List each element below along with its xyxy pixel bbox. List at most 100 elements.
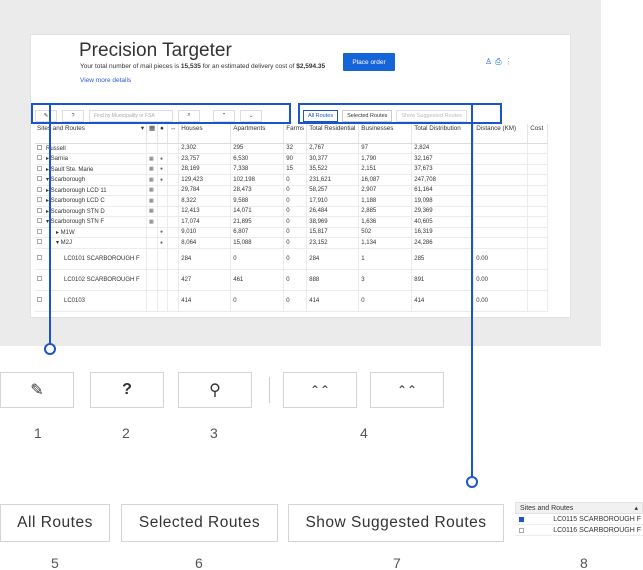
view-more-link[interactable]: View more details — [80, 77, 131, 84]
grid-icon[interactable]: ▦ — [149, 156, 154, 162]
selected-routes-button[interactable]: Selected Routes — [342, 110, 393, 122]
route-name-cell: ▾ Scarborough STN F — [35, 216, 147, 228]
row-checkbox[interactable] — [37, 144, 42, 150]
col-total-residential[interactable]: Total Residential — [306, 124, 360, 144]
col-businesses[interactable]: Businesses — [358, 124, 413, 144]
show-suggested-routes-button[interactable]: Show Suggested Routes — [396, 110, 467, 122]
distance-cell: 0.00 — [473, 290, 529, 312]
empty-cell — [167, 237, 180, 249]
row-checkbox[interactable] — [37, 207, 42, 213]
col-cost[interactable]: Cost — [527, 124, 549, 144]
municipality-search-input[interactable]: Find by Municipality or FSA — [89, 109, 173, 122]
zoom-collapse-all-button[interactable]: ⌃⌃ — [370, 372, 444, 408]
cart-icon[interactable]: ⎙ — [495, 57, 504, 66]
map-pin-icon[interactable]: ● — [160, 177, 163, 183]
empty-cell — [167, 216, 180, 228]
route-name: ▸ Scarborough STN D — [46, 208, 105, 215]
distance-cell — [473, 174, 529, 186]
grid-icon-cell — [146, 227, 158, 238]
table-toolbar: ✎ ? Find by Municipality or FSA ⌕ ⌃ ⌄ — [35, 108, 262, 123]
houses-cell: 28,169 — [178, 164, 232, 175]
row-checkbox[interactable] — [519, 527, 524, 533]
col-grid: ▦ — [146, 124, 158, 144]
route-name: ▾ Scarborough — [46, 177, 86, 184]
businesses-cell: 1,790 — [358, 153, 413, 165]
apartments-cell: 102,198 — [230, 174, 285, 186]
zoom-search-button[interactable]: ⚲ — [178, 372, 252, 408]
zoom-edit-button[interactable]: ✎ — [0, 372, 74, 408]
houses-cell: 284 — [178, 248, 232, 270]
zoom-selected-routes-button[interactable]: Selected Routes — [121, 504, 278, 542]
houses-cell: 9,010 — [178, 227, 232, 238]
pin-icon-cell — [157, 216, 168, 228]
row-checkbox[interactable] — [37, 228, 42, 234]
empty-cell — [527, 227, 549, 238]
route-name: ▾ Scarborough STN F — [46, 219, 105, 226]
connector-dot-right — [466, 476, 478, 488]
apartments-cell: 0 — [230, 290, 285, 312]
col-houses[interactable]: Houses — [178, 124, 232, 144]
row-checkbox[interactable] — [37, 275, 42, 281]
total-distribution-cell: 19,098 — [411, 195, 475, 207]
mini-table-row[interactable]: LC0115 SCARBOROUGH F — [515, 514, 643, 525]
row-checkbox[interactable] — [37, 186, 42, 192]
col-farms[interactable]: Farms — [283, 124, 308, 144]
expand-all-button[interactable]: ⌃ — [213, 109, 235, 122]
distance-cell — [473, 206, 529, 217]
farms-cell: 15 — [283, 164, 308, 175]
map-pin-icon[interactable]: ● — [160, 156, 163, 162]
all-routes-button[interactable]: All Routes — [303, 110, 339, 122]
map-pin-icon[interactable]: ● — [160, 240, 163, 246]
row-checkbox[interactable] — [37, 155, 42, 161]
collapse-all-button[interactable]: ⌄ — [240, 109, 262, 122]
header-icons[interactable]: ♙⎙⋮ — [485, 57, 516, 67]
kebab-menu-icon[interactable]: ⋮ — [505, 57, 516, 66]
row-checkbox[interactable] — [37, 296, 42, 302]
mini-table-row[interactable]: LC0116 SCARBOROUGH F — [515, 525, 643, 536]
place-order-button[interactable]: Place order — [343, 53, 395, 71]
map-pin-icon[interactable]: ● — [160, 229, 163, 235]
edit-button[interactable]: ✎ — [35, 109, 57, 122]
empty-cell — [527, 174, 549, 186]
row-checkbox[interactable] — [37, 218, 42, 224]
row-checkbox[interactable] — [37, 197, 42, 203]
mini-table-header[interactable]: Sites and Routes ▴ — [515, 502, 643, 514]
col-distance[interactable]: Distance (KM) — [473, 124, 529, 144]
pin-icon-cell — [157, 143, 168, 154]
empty-cell — [167, 290, 180, 312]
zoom-help-button[interactable]: ? — [90, 372, 164, 408]
col-apartments[interactable]: Apartments — [230, 124, 285, 144]
account-icon[interactable]: ♙ — [485, 57, 495, 66]
row-checkbox[interactable] — [37, 176, 42, 182]
grid-icon[interactable]: ▦ — [149, 177, 154, 183]
pin-icon-cell — [157, 185, 168, 196]
help-button[interactable]: ? — [62, 109, 84, 122]
col-total-distribution[interactable]: Total Distribution — [411, 124, 475, 144]
total-residential-cell: 30,377 — [306, 153, 360, 165]
distance-cell: 0.00 — [473, 248, 529, 270]
route-name-cell: LC0103 — [35, 290, 147, 312]
grid-icon[interactable]: ▦ — [149, 166, 154, 172]
col-sites-and-routes[interactable]: Sites and Routes ▾ — [35, 124, 147, 144]
callout-number-3: 3 — [210, 425, 218, 441]
grid-icon[interactable]: ▦ — [149, 208, 154, 214]
grid-icon[interactable]: ▦ — [149, 219, 154, 225]
grid-icon[interactable]: ▦ — [149, 198, 154, 204]
callout-number-4: 4 — [360, 425, 368, 441]
zoom-show-suggested-routes-button[interactable]: Show Suggested Routes — [288, 504, 504, 542]
grid-icon-cell — [146, 269, 158, 291]
row-checkbox[interactable] — [37, 239, 42, 245]
map-pin-icon[interactable]: ● — [160, 166, 163, 172]
connector-line-right — [471, 103, 473, 477]
zoom-all-routes-button[interactable]: All Routes — [0, 504, 110, 542]
total-distribution-cell: 32,167 — [411, 153, 475, 165]
farms-cell: 0 — [283, 174, 308, 186]
total-residential-cell: 35,522 — [306, 164, 360, 175]
row-checkbox-checked[interactable] — [519, 516, 524, 522]
row-checkbox[interactable] — [37, 254, 42, 260]
pin-icon-cell: ● — [157, 153, 168, 165]
row-checkbox[interactable] — [37, 165, 42, 171]
search-button[interactable]: ⌕ — [178, 109, 200, 122]
zoom-expand-all-button[interactable]: ⌃⌃ — [283, 372, 357, 408]
grid-icon[interactable]: ▦ — [149, 187, 154, 193]
